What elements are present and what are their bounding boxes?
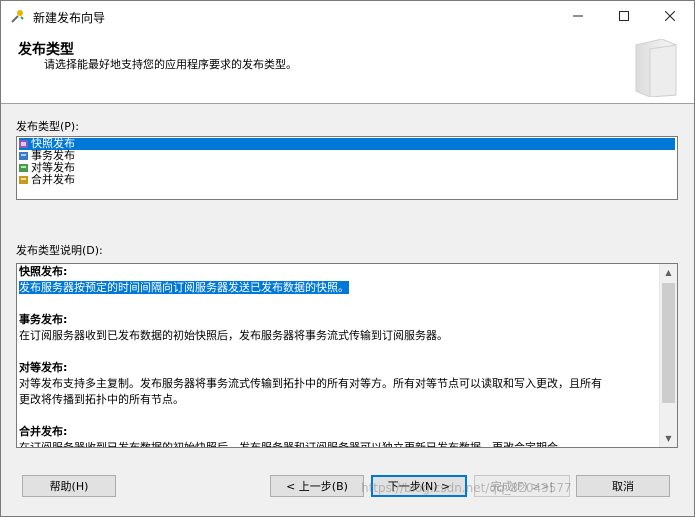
list-item-label: 合并发布	[31, 173, 75, 186]
section-line: 发布服务器按预定的时间间隔向订阅服务器发送已发布数据的快照。	[19, 281, 349, 294]
peer-to-peer-icon	[19, 164, 28, 172]
publication-type-label: 发布类型(P):	[16, 120, 79, 133]
maximize-icon	[619, 11, 629, 21]
watermark: https://blog.csdn.net/qq_82043577	[361, 481, 572, 495]
description-text: 快照发布: 发布服务器按预定的时间间隔向订阅服务器发送已发布数据的快照。 事务发…	[19, 264, 657, 448]
title-bar: 新建发布向导	[1, 1, 694, 31]
publication-graphic-icon	[635, 39, 677, 97]
section-title: 合并发布:	[19, 425, 68, 438]
wizard-icon	[11, 10, 24, 23]
close-button[interactable]	[647, 1, 693, 31]
transaction-icon	[19, 152, 28, 160]
chevron-down-icon: ▼	[665, 434, 672, 443]
scroll-thumb[interactable]	[662, 283, 675, 403]
scroll-down-button[interactable]: ▼	[660, 430, 677, 447]
help-button[interactable]: 帮助(H)	[22, 475, 116, 497]
cancel-button[interactable]: 取消	[576, 475, 670, 497]
back-button[interactable]: < 上一步(B)	[270, 475, 364, 497]
close-icon	[665, 11, 675, 21]
section-line: 在订阅服务器收到已发布数据的初始快照后，发布服务器将事务流式传输到订阅服务器。	[19, 329, 448, 342]
section-title: 快照发布:	[19, 265, 68, 278]
list-item-snapshot[interactable]: 快照发布	[19, 138, 675, 150]
list-item-peer-to-peer[interactable]: 对等发布	[19, 162, 675, 174]
maximize-button[interactable]	[601, 1, 647, 31]
window-title: 新建发布向导	[33, 11, 106, 25]
description-scrollbar[interactable]: ▲ ▼	[659, 264, 677, 447]
section-title: 事务发布:	[19, 313, 68, 326]
wizard-header: 发布类型 请选择能最好地支持您的应用程序要求的发布类型。	[1, 31, 694, 104]
description-label: 发布类型说明(D):	[16, 244, 103, 257]
page-subtitle: 请选择能最好地支持您的应用程序要求的发布类型。	[44, 58, 297, 71]
scroll-up-button[interactable]: ▲	[660, 264, 677, 281]
list-item-transaction[interactable]: 事务发布	[19, 150, 675, 162]
publication-type-list[interactable]: 快照发布 事务发布 对等发布 合并发布	[16, 136, 678, 200]
section-title: 对等发布:	[19, 361, 68, 374]
list-item-merge[interactable]: 合并发布	[19, 174, 675, 186]
minimize-button[interactable]	[555, 1, 601, 31]
snapshot-icon	[19, 140, 28, 148]
section-line: 在订阅服务器收到已发布数据的初始快照后，发布服务器和订阅服务器可以独立更新已发布…	[19, 441, 558, 448]
section-line: 对等发布支持多主复制。发布服务器将事务流式传输到拓扑中的所有对等方。所有对等节点…	[19, 377, 602, 390]
wizard-window: 新建发布向导 发布类型 请选择能最好地支持您的应用程序要求的发布类型。 发布类型…	[0, 0, 695, 517]
minimize-icon	[573, 15, 583, 17]
description-box[interactable]: 快照发布: 发布服务器按预定的时间间隔向订阅服务器发送已发布数据的快照。 事务发…	[16, 263, 678, 448]
chevron-up-icon: ▲	[665, 268, 672, 277]
merge-icon	[19, 176, 28, 184]
section-line: 更改将传播到拓扑中的所有节点。	[19, 393, 184, 406]
